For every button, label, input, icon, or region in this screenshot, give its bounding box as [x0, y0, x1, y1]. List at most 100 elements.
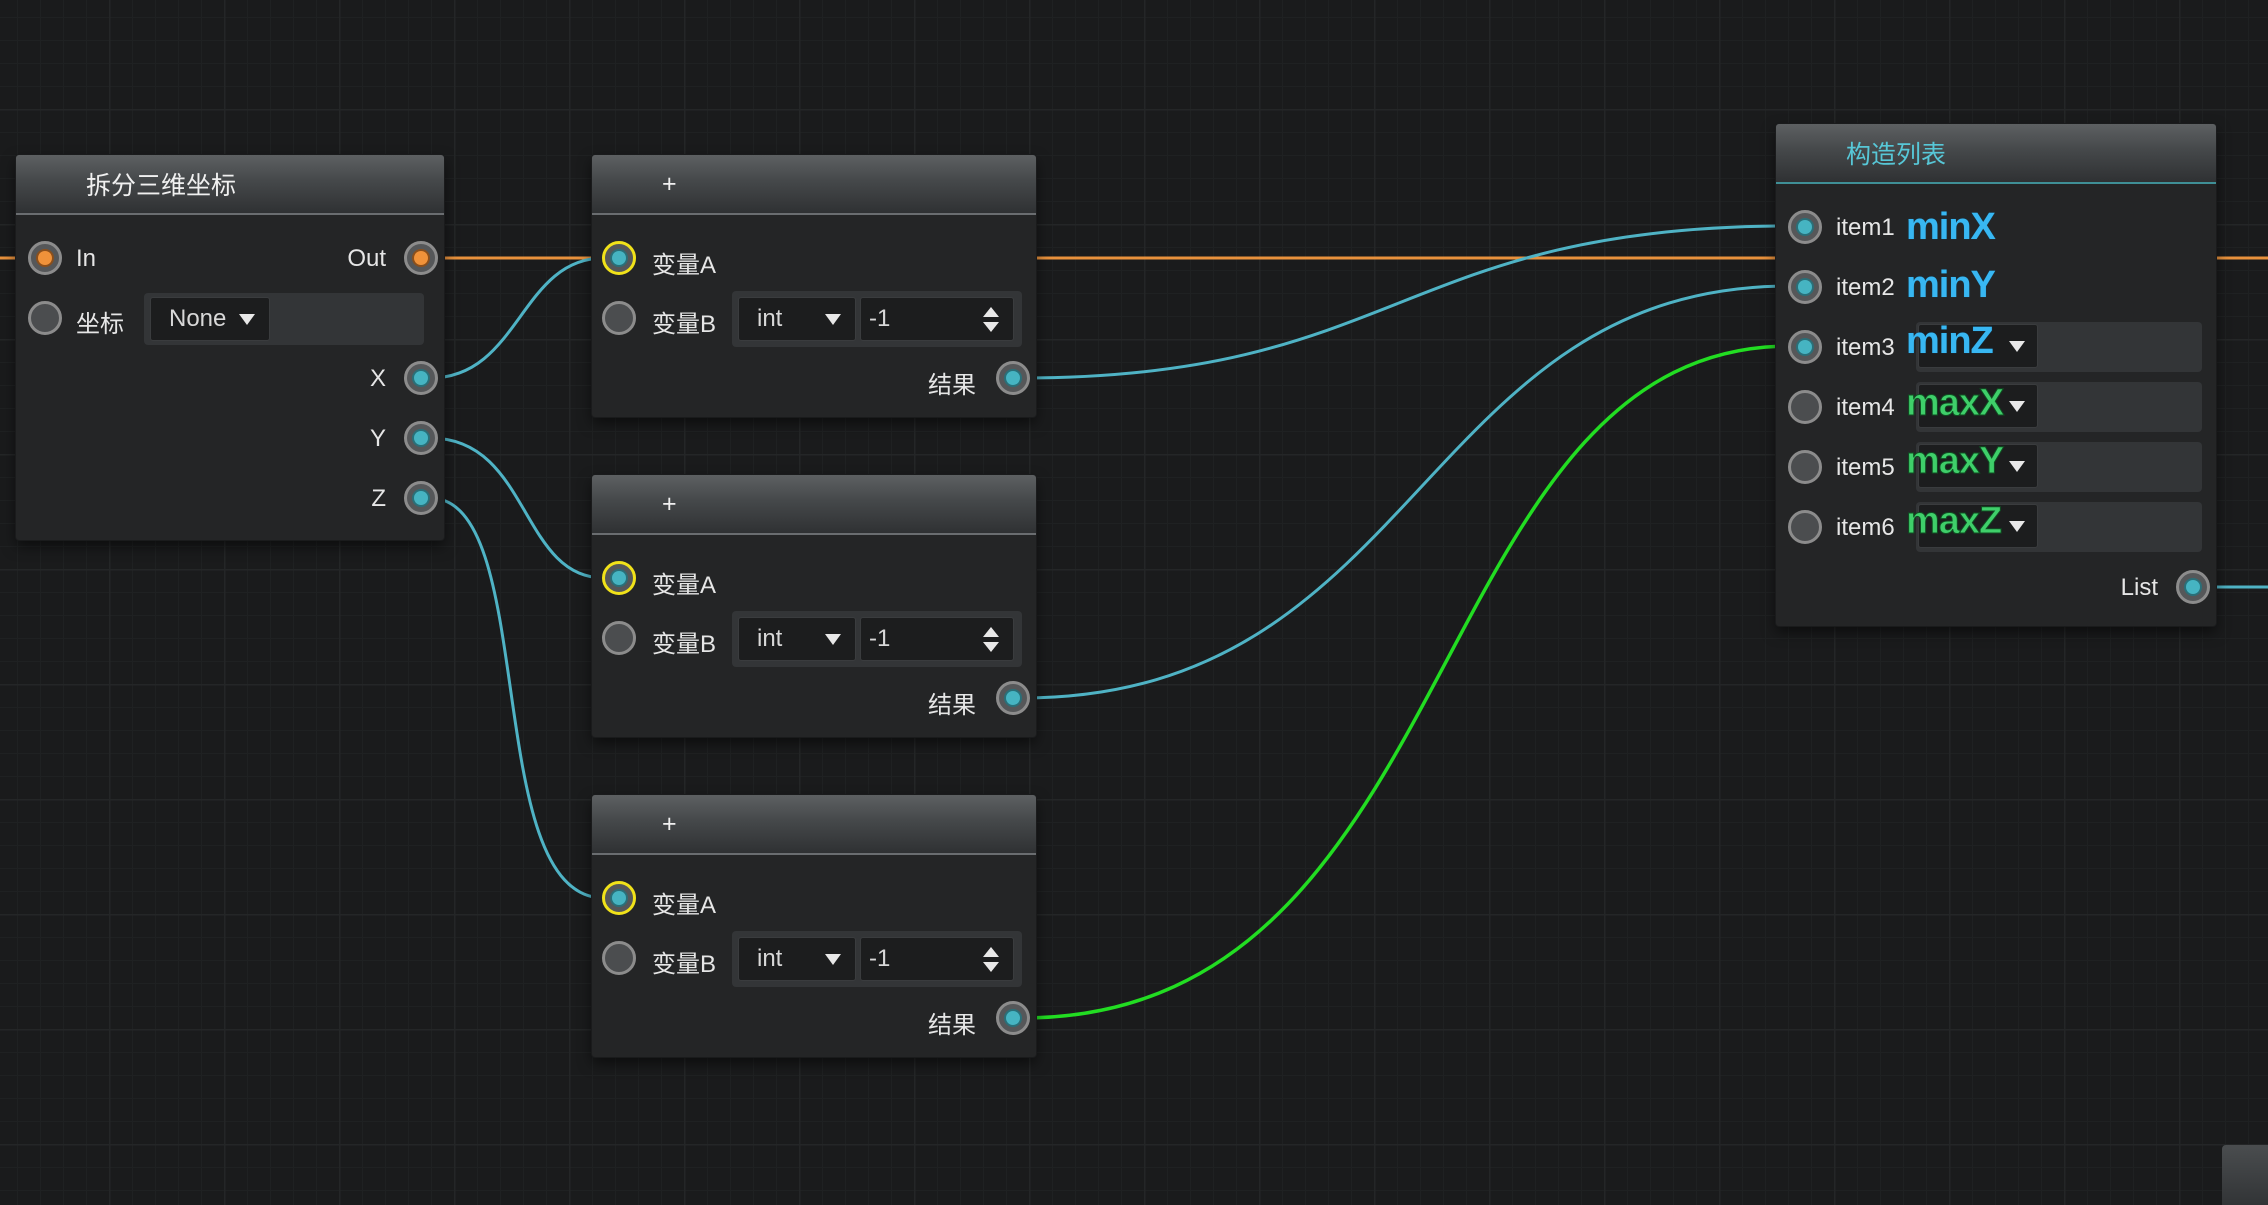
chevron-down-icon — [2009, 401, 2025, 412]
wire-z-to-adder3 — [429, 496, 605, 900]
offscreen-node-corner[interactable] — [2222, 1145, 2268, 1205]
var-a-label: 变量A — [652, 892, 717, 919]
spin-up-icon[interactable] — [983, 627, 999, 637]
item6-name: maxZ — [1905, 500, 2002, 543]
type-dropdown[interactable]: int — [738, 617, 856, 661]
var-a-port[interactable] — [602, 561, 636, 595]
item5-name: maxY — [1905, 440, 2004, 483]
chevron-down-icon — [239, 314, 255, 325]
z-label: Z — [371, 485, 386, 512]
item4-name: maxX — [1905, 382, 2004, 425]
chevron-down-icon — [825, 314, 841, 325]
adder-header[interactable]: + — [592, 475, 1036, 535]
node-graph-canvas[interactable]: 拆分三维坐标 In Out 坐标 None X Y Z + 变量A 变量B in… — [0, 0, 2268, 1205]
item6-label: item6 — [1836, 514, 1895, 541]
build-list-node[interactable]: 构造列表 item1 minX item2 minY item3 minZ it… — [1776, 124, 2216, 626]
var-b-label: 变量B — [652, 311, 717, 338]
spin-down-icon[interactable] — [983, 322, 999, 332]
var-b-port[interactable] — [602, 621, 636, 655]
spin-down-icon[interactable] — [983, 642, 999, 652]
var-a-label: 变量A — [652, 572, 717, 599]
type-dropdown[interactable]: int — [738, 937, 856, 981]
value-spinbox[interactable]: -1 — [860, 297, 1014, 341]
list-port[interactable] — [2176, 570, 2210, 604]
result-port[interactable] — [996, 1001, 1030, 1035]
value-spinbox[interactable]: -1 — [860, 937, 1014, 981]
item2-port[interactable] — [1788, 270, 1822, 304]
adder-header[interactable]: + — [592, 795, 1036, 855]
item3-name: minZ — [1906, 320, 1994, 362]
item5-port[interactable] — [1788, 450, 1822, 484]
adder-header[interactable]: + — [592, 155, 1036, 215]
spinbox-value: -1 — [869, 305, 891, 332]
adder-node-3[interactable]: + 变量A 变量B int -1 结果 — [592, 795, 1036, 1057]
type-dropdown-value: int — [757, 305, 783, 332]
split-3d-node[interactable]: 拆分三维坐标 In Out 坐标 None X Y Z — [16, 155, 444, 540]
adder-node-1[interactable]: + 变量A 变量B int -1 结果 — [592, 155, 1036, 417]
node-title: 构造列表 — [1846, 141, 1947, 169]
coord-port[interactable] — [28, 301, 62, 335]
build-list-header[interactable]: 构造列表 — [1776, 124, 2216, 184]
result-label: 结果 — [928, 1012, 976, 1039]
x-label: X — [369, 365, 386, 392]
type-dropdown-value: int — [757, 945, 783, 972]
item2-label: item2 — [1836, 274, 1895, 301]
var-a-label: 变量A — [652, 252, 717, 279]
chevron-down-icon — [2009, 341, 2025, 352]
wire-adder3-to-item3 — [1021, 344, 1791, 1020]
item2-name: minY — [1906, 264, 1996, 306]
wire-x-to-adder1 — [429, 256, 605, 380]
result-label: 结果 — [928, 692, 976, 719]
split-3d-header[interactable]: 拆分三维坐标 — [16, 155, 444, 215]
wire-y-to-adder2 — [429, 436, 605, 580]
item1-name: minX — [1906, 206, 1996, 248]
spin-up-icon[interactable] — [983, 307, 999, 317]
item3-port[interactable] — [1788, 330, 1822, 364]
coord-dropdown[interactable]: None — [150, 297, 270, 341]
var-a-port[interactable] — [602, 881, 636, 915]
item4-port[interactable] — [1788, 390, 1822, 424]
z-port[interactable] — [404, 481, 438, 515]
out-port[interactable] — [404, 241, 438, 275]
var-b-label: 变量B — [652, 631, 717, 658]
spin-up-icon[interactable] — [983, 947, 999, 957]
wire-adder2-to-item2 — [1021, 284, 1791, 700]
result-port[interactable] — [996, 361, 1030, 395]
y-port[interactable] — [404, 421, 438, 455]
type-dropdown[interactable]: int — [738, 297, 856, 341]
item1-label: item1 — [1836, 214, 1895, 241]
coord-label: 坐标 — [76, 311, 124, 338]
var-b-label: 变量B — [652, 951, 717, 978]
in-port[interactable] — [28, 241, 62, 275]
spinbox-value: -1 — [869, 945, 891, 972]
result-port[interactable] — [996, 681, 1030, 715]
chevron-down-icon — [825, 954, 841, 965]
item3-label: item3 — [1836, 334, 1895, 361]
adder-node-2[interactable]: + 变量A 变量B int -1 结果 — [592, 475, 1036, 737]
in-label: In — [76, 245, 97, 272]
item1-port[interactable] — [1788, 210, 1822, 244]
chevron-down-icon — [2009, 521, 2025, 532]
node-title: + — [662, 489, 677, 518]
var-b-port[interactable] — [602, 941, 636, 975]
out-label: Out — [347, 245, 386, 272]
node-title: + — [662, 169, 677, 198]
chevron-down-icon — [825, 634, 841, 645]
item6-port[interactable] — [1788, 510, 1822, 544]
list-label: List — [2120, 574, 2158, 601]
chevron-down-icon — [2009, 461, 2025, 472]
x-port[interactable] — [404, 361, 438, 395]
y-label: Y — [369, 425, 386, 452]
wire-adder1-to-item1 — [1021, 224, 1791, 380]
spin-down-icon[interactable] — [983, 962, 999, 972]
spinbox-value: -1 — [869, 625, 891, 652]
item4-label: item4 — [1836, 394, 1895, 421]
result-label: 结果 — [928, 372, 976, 399]
node-title: 拆分三维坐标 — [86, 172, 237, 200]
var-a-port[interactable] — [602, 241, 636, 275]
value-spinbox[interactable]: -1 — [860, 617, 1014, 661]
var-b-port[interactable] — [602, 301, 636, 335]
node-title: + — [662, 809, 677, 838]
item5-label: item5 — [1836, 454, 1895, 481]
type-dropdown-value: int — [757, 625, 783, 652]
